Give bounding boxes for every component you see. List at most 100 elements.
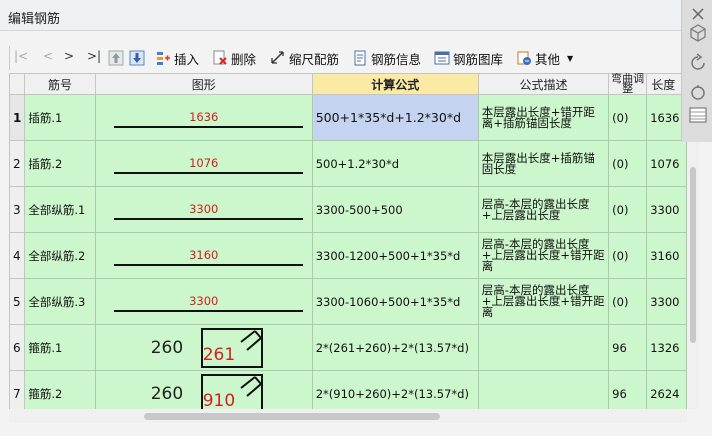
- cell-length[interactable]: 3300: [646, 278, 687, 325]
- cell-length[interactable]: 3160: [646, 232, 687, 279]
- bar-line: [113, 263, 303, 266]
- cell-desc[interactable]: [477, 324, 610, 371]
- cell-shape[interactable]: 260 910: [94, 370, 313, 410]
- cell-desc[interactable]: 本层露出长度+插筋锚固长度: [477, 140, 610, 187]
- stirrup-width-label: 260: [150, 337, 184, 358]
- insert-row-icon: [157, 52, 170, 65]
- cell-formula[interactable]: 2*(910+260)+2*(13.57*d): [311, 370, 479, 409]
- cell-formula[interactable]: 3300-1060+500+1*35*d: [311, 278, 479, 325]
- bar-shape-line: 1076: [99, 142, 309, 186]
- stirrup-height-label: 910: [202, 390, 236, 410]
- cell-desc[interactable]: 层高-本层的露出长度+上层露出长度: [477, 186, 610, 233]
- table-row[interactable]: 2 插筋.2 1076 500+1.2*30*d 本层露出长度+插筋锚固长度 (0) 107…: [9, 140, 687, 187]
- table-row[interactable]: 3 全部纵筋.1 3300 3300-500+500 层高-本层的露出长度+上层露出长度…: [9, 186, 687, 233]
- cell-shape[interactable]: 3300: [94, 278, 313, 325]
- cell-bar-no[interactable]: 全部纵筋.2: [24, 232, 96, 279]
- scale-rebar-button[interactable]: 缩尺配筋: [270, 49, 339, 67]
- row-number-header: [9, 73, 26, 95]
- cell-formula[interactable]: 500+1*35*d+1.2*30*d: [311, 94, 479, 141]
- row-number[interactable]: 2: [9, 140, 26, 187]
- move-down-button[interactable]: [129, 49, 145, 67]
- col-formula[interactable]: 计算公式: [311, 73, 479, 95]
- cell-length[interactable]: 2624: [646, 370, 687, 409]
- cell-desc[interactable]: [477, 370, 610, 409]
- cell-bend[interactable]: (0): [608, 278, 648, 325]
- delete-label: 删除: [231, 51, 257, 67]
- table-row[interactable]: 7 箍筋.2 260 910 2*(910+260)+2*(13.57*d) 96 2624: [9, 370, 687, 410]
- table-row[interactable]: 1 插筋.1 1636 500+1*35*d+1.2*30*d 本层露出长度+错开距离+…: [9, 94, 687, 141]
- cell-shape[interactable]: 3300: [94, 186, 313, 233]
- bar-shape-line: 3300: [99, 280, 309, 324]
- bar-line: [113, 171, 303, 174]
- row-number[interactable]: 7: [9, 370, 26, 409]
- cell-shape[interactable]: 1076: [94, 140, 313, 187]
- nav-last-button[interactable]: >|: [87, 49, 101, 63]
- nav-prev-button[interactable]: <: [43, 49, 53, 63]
- col-desc[interactable]: 公式描述: [477, 73, 610, 95]
- table-row[interactable]: 6 箍筋.1 260 261 2*(261+260)+2*(13.57*d) 96 1326: [9, 324, 687, 371]
- col-shape[interactable]: 图形: [94, 73, 313, 95]
- move-up-button[interactable]: [108, 49, 124, 67]
- insert-label: 插入: [174, 51, 200, 67]
- row-number[interactable]: 1: [9, 94, 26, 141]
- cell-bar-no[interactable]: 插筋.2: [24, 140, 96, 187]
- cell-formula[interactable]: 2*(261+260)+2*(13.57*d): [311, 324, 479, 371]
- cell-bar-no[interactable]: 全部纵筋.1: [24, 186, 96, 233]
- cell-bend[interactable]: (0): [608, 186, 648, 233]
- row-number[interactable]: 6: [9, 324, 26, 371]
- bar-line: [113, 309, 303, 312]
- cell-bend[interactable]: (0): [608, 140, 648, 187]
- table-row[interactable]: 4 全部纵筋.2 3160 3300-1200+500+1*35*d 层高-本层的露出长…: [9, 232, 687, 279]
- rebar-info-button[interactable]: 钢筋信息: [352, 49, 421, 67]
- orbit-icon[interactable]: [687, 82, 709, 104]
- cell-bar-no[interactable]: 全部纵筋.3: [24, 278, 96, 325]
- cell-length[interactable]: 1326: [646, 324, 687, 371]
- stirrup-width-label: 260: [150, 383, 184, 404]
- horizontal-scrollbar[interactable]: [9, 409, 687, 423]
- arrow-up-icon: [108, 50, 124, 66]
- nav-first-button[interactable]: |<: [14, 49, 28, 63]
- table-view-icon[interactable]: [687, 104, 709, 126]
- rotate-icon[interactable]: [687, 52, 709, 74]
- horizontal-scroll-thumb[interactable]: [144, 413, 440, 420]
- cell-desc[interactable]: 层高-本层的露出长度+上层露出长度+错开距离: [477, 232, 610, 279]
- table-row[interactable]: 5 全部纵筋.3 3300 3300-1060+500+1*35*d 层高-本层的露出长…: [9, 278, 687, 325]
- cube-view-icon[interactable]: [687, 22, 709, 44]
- cell-length[interactable]: 1076: [646, 140, 687, 187]
- cell-shape[interactable]: 260 261: [94, 324, 313, 371]
- cell-bend[interactable]: (0): [608, 94, 648, 141]
- cell-bend[interactable]: (0): [608, 232, 648, 279]
- cell-formula[interactable]: 3300-1200+500+1*35*d: [311, 232, 479, 279]
- cell-formula[interactable]: 3300-500+500: [311, 186, 479, 233]
- col-bend[interactable]: 弯曲调整: [608, 73, 648, 95]
- cell-shape[interactable]: 3160: [94, 232, 313, 279]
- cell-bend[interactable]: 96: [608, 370, 648, 409]
- cell-formula[interactable]: 500+1.2*30*d: [311, 140, 479, 187]
- cell-desc[interactable]: 本层露出长度+错开距离+插筋锚固长度: [477, 94, 610, 141]
- toolbar: |< < > >| 插入 删除 缩尺配筋 钢筋信息 钢筋图库 其他 ▼: [0, 40, 690, 76]
- row-number[interactable]: 5: [9, 278, 26, 325]
- cell-bend[interactable]: 96: [608, 324, 648, 371]
- delete-button[interactable]: 删除: [212, 49, 256, 67]
- shape-length-label: 1076: [189, 155, 219, 170]
- bar-shape-line: 3160: [99, 234, 309, 278]
- other-menu-button[interactable]: 其他 ▼: [516, 49, 573, 67]
- scale-icon: [271, 51, 284, 64]
- row-number[interactable]: 3: [9, 186, 26, 233]
- cell-bar-no[interactable]: 箍筋.1: [24, 324, 96, 371]
- shape-length-label: 3300: [189, 293, 219, 308]
- bar-shape-stirrup: 260 261: [99, 326, 309, 370]
- scale-rebar-label: 缩尺配筋: [289, 51, 340, 67]
- cell-desc[interactable]: 层高-本层的露出长度+上层露出长度+错开距离: [477, 278, 610, 325]
- col-bar-no[interactable]: 筋号: [24, 73, 96, 95]
- document-icon: [354, 50, 366, 66]
- nav-next-button[interactable]: >: [64, 49, 74, 63]
- insert-button[interactable]: 插入: [155, 49, 199, 67]
- row-number[interactable]: 4: [9, 232, 26, 279]
- cell-length[interactable]: 3300: [646, 186, 687, 233]
- cell-bar-no[interactable]: 箍筋.2: [24, 370, 96, 409]
- cell-bar-no[interactable]: 插筋.1: [24, 94, 96, 141]
- rebar-library-button[interactable]: 钢筋图库: [434, 49, 503, 67]
- cell-shape[interactable]: 1636: [94, 94, 313, 141]
- vertical-scroll-thumb[interactable]: [690, 167, 696, 343]
